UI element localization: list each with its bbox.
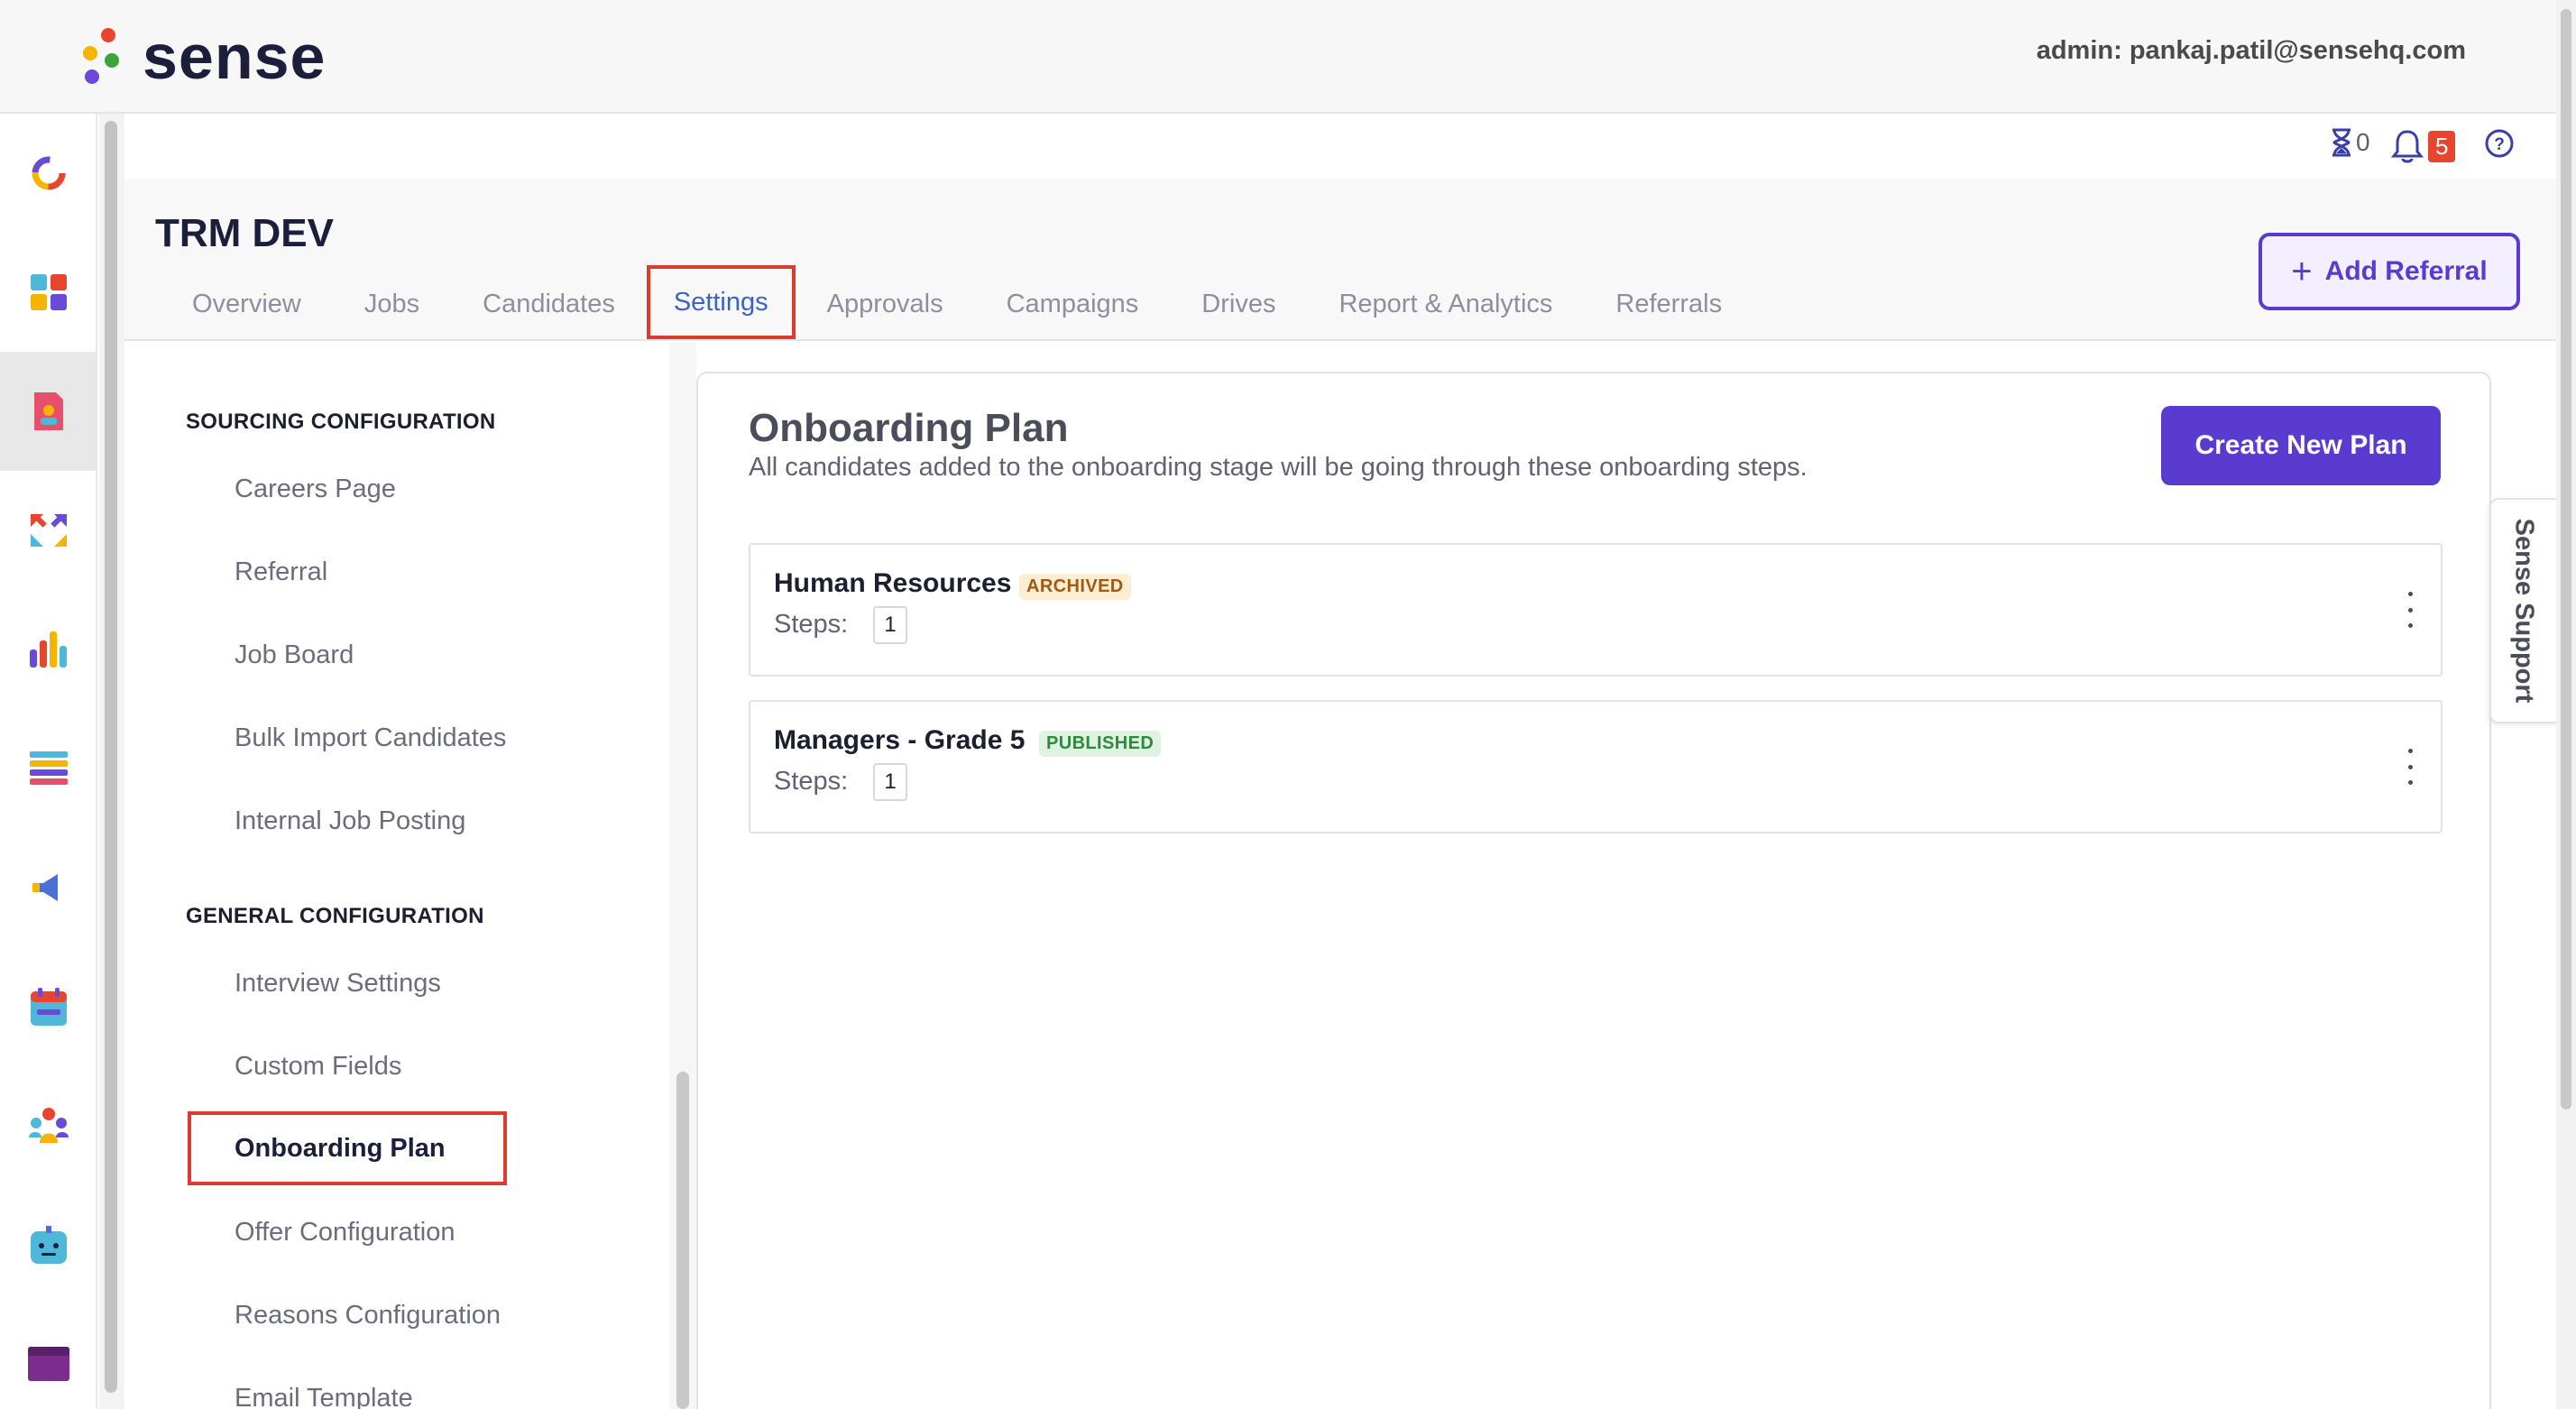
plan-row[interactable]: Managers - Grade 5 PUBLISHED Steps: 1 — [749, 700, 2443, 833]
page-title: TRM DEV — [155, 211, 334, 255]
rail-item-people[interactable] — [0, 1066, 97, 1185]
panel-description: All candidates added to the onboarding s… — [749, 453, 1808, 482]
page-header: TRM DEV Overview Jobs Candidates Setting… — [124, 179, 2556, 341]
add-referral-button[interactable]: + Add Referral — [2259, 233, 2520, 310]
plan-row[interactable]: Human Resources ARCHIVED Steps: 1 — [749, 543, 2443, 677]
tab-drives[interactable]: Drives — [1170, 269, 1307, 339]
hourglass-icon — [2332, 128, 2351, 157]
bell-icon — [2390, 130, 2424, 163]
side-link-offer-configuration[interactable]: Offer Configuration — [235, 1218, 455, 1248]
more-options-icon[interactable] — [2399, 592, 2421, 628]
tab-report-analytics[interactable]: Report & Analytics — [1307, 269, 1584, 339]
side-link-job-board[interactable]: Job Board — [235, 640, 354, 670]
more-options-icon[interactable] — [2399, 749, 2421, 785]
grid-icon — [31, 274, 67, 310]
pending-tasks[interactable]: 0 — [2331, 128, 2370, 157]
sense-support-label: Sense Support — [2509, 518, 2539, 704]
tab-settings[interactable]: Settings — [646, 265, 796, 339]
rail-item-apps[interactable] — [0, 233, 97, 352]
side-link-internal-job-posting[interactable]: Internal Job Posting — [235, 806, 465, 836]
notification-badge: 5 — [2428, 130, 2456, 162]
rail-item-analytics[interactable] — [0, 590, 97, 709]
top-header: sense admin: pankaj.patil@sensehq.com — [0, 0, 2576, 114]
rail-item-recruit[interactable] — [0, 352, 97, 471]
logo-text: sense — [143, 22, 327, 92]
admin-account-label[interactable]: admin: pankaj.patil@sensehq.com — [2037, 36, 2466, 66]
rail-item-campaigns[interactable] — [0, 828, 97, 947]
side-link-custom-fields[interactable]: Custom Fields — [235, 1052, 401, 1082]
status-badge: ARCHIVED — [1019, 574, 1131, 600]
plan-name: Managers - Grade 5 — [774, 725, 1026, 755]
sidebar-scrollbar[interactable] — [669, 343, 696, 1409]
tab-approvals[interactable]: Approvals — [796, 269, 975, 339]
bar-chart-icon — [30, 631, 67, 668]
tab-jobs[interactable]: Jobs — [333, 269, 451, 339]
rail-item-bot[interactable] — [0, 1185, 97, 1304]
tab-overview[interactable]: Overview — [161, 269, 333, 339]
rail-item-calendar[interactable] — [0, 947, 97, 1066]
ring-icon — [32, 156, 66, 190]
side-link-referral[interactable]: Referral — [235, 557, 327, 587]
list-icon — [30, 751, 68, 785]
calendar-icon — [31, 988, 67, 1026]
tab-bar: Overview Jobs Candidates Settings Approv… — [161, 265, 1753, 339]
side-link-bulk-import[interactable]: Bulk Import Candidates — [235, 723, 506, 753]
settings-sidebar: SOURCING CONFIGURATION Careers Page Refe… — [124, 343, 673, 1409]
steps-count: 1 — [873, 763, 907, 801]
side-link-careers-page[interactable]: Careers Page — [235, 474, 396, 504]
pending-count: 0 — [2356, 128, 2370, 156]
rail-item-lists[interactable] — [0, 709, 97, 828]
svg-text:?: ? — [2494, 135, 2505, 154]
logo-dots-icon — [78, 24, 124, 89]
side-link-email-template[interactable]: Email Template — [235, 1384, 413, 1409]
arrows-icon — [31, 513, 67, 547]
create-new-plan-button[interactable]: Create New Plan — [2161, 406, 2441, 485]
side-link-onboarding-plan[interactable]: Onboarding Plan — [188, 1111, 507, 1185]
tab-referrals[interactable]: Referrals — [1584, 269, 1753, 339]
help-button[interactable]: ? — [2484, 128, 2515, 159]
notifications[interactable]: 5 — [2390, 128, 2456, 164]
rail-item-engage[interactable] — [0, 471, 97, 590]
steps-label: Steps: — [774, 767, 849, 796]
window-icon — [28, 1347, 69, 1381]
side-link-interview-settings[interactable]: Interview Settings — [235, 969, 441, 999]
general-config-heading: GENERAL CONFIGURATION — [186, 904, 484, 928]
plan-name: Human Resources — [774, 568, 1012, 598]
page-scrollbar[interactable] — [2556, 0, 2576, 1409]
panel-title: Onboarding Plan — [749, 406, 1069, 450]
help-icon: ? — [2485, 129, 2514, 158]
steps-label: Steps: — [774, 610, 849, 639]
steps-count: 1 — [873, 606, 907, 644]
rail-item-window[interactable] — [0, 1304, 97, 1409]
rail-item-dashboard[interactable] — [0, 114, 97, 233]
sourcing-config-heading: SOURCING CONFIGURATION — [186, 410, 496, 434]
plus-icon: + — [2291, 251, 2313, 291]
add-referral-label: Add Referral — [2324, 256, 2488, 286]
rail-scrollbar[interactable] — [99, 114, 124, 1409]
document-icon — [34, 392, 63, 430]
toolbar: 0 5 ? — [124, 115, 2556, 179]
side-link-reasons-configuration[interactable]: Reasons Configuration — [235, 1301, 501, 1331]
status-badge: PUBLISHED — [1039, 731, 1162, 757]
megaphone-icon — [32, 874, 58, 901]
sense-support-tab[interactable]: Sense Support — [2489, 498, 2556, 723]
sense-logo[interactable]: sense — [78, 16, 326, 97]
tab-campaigns[interactable]: Campaigns — [975, 269, 1171, 339]
tab-candidates[interactable]: Candidates — [451, 269, 647, 339]
icon-rail — [0, 114, 97, 1409]
onboarding-plan-panel: Onboarding Plan All candidates added to … — [696, 372, 2491, 1409]
people-icon — [29, 1108, 69, 1143]
bot-icon — [31, 1226, 67, 1264]
